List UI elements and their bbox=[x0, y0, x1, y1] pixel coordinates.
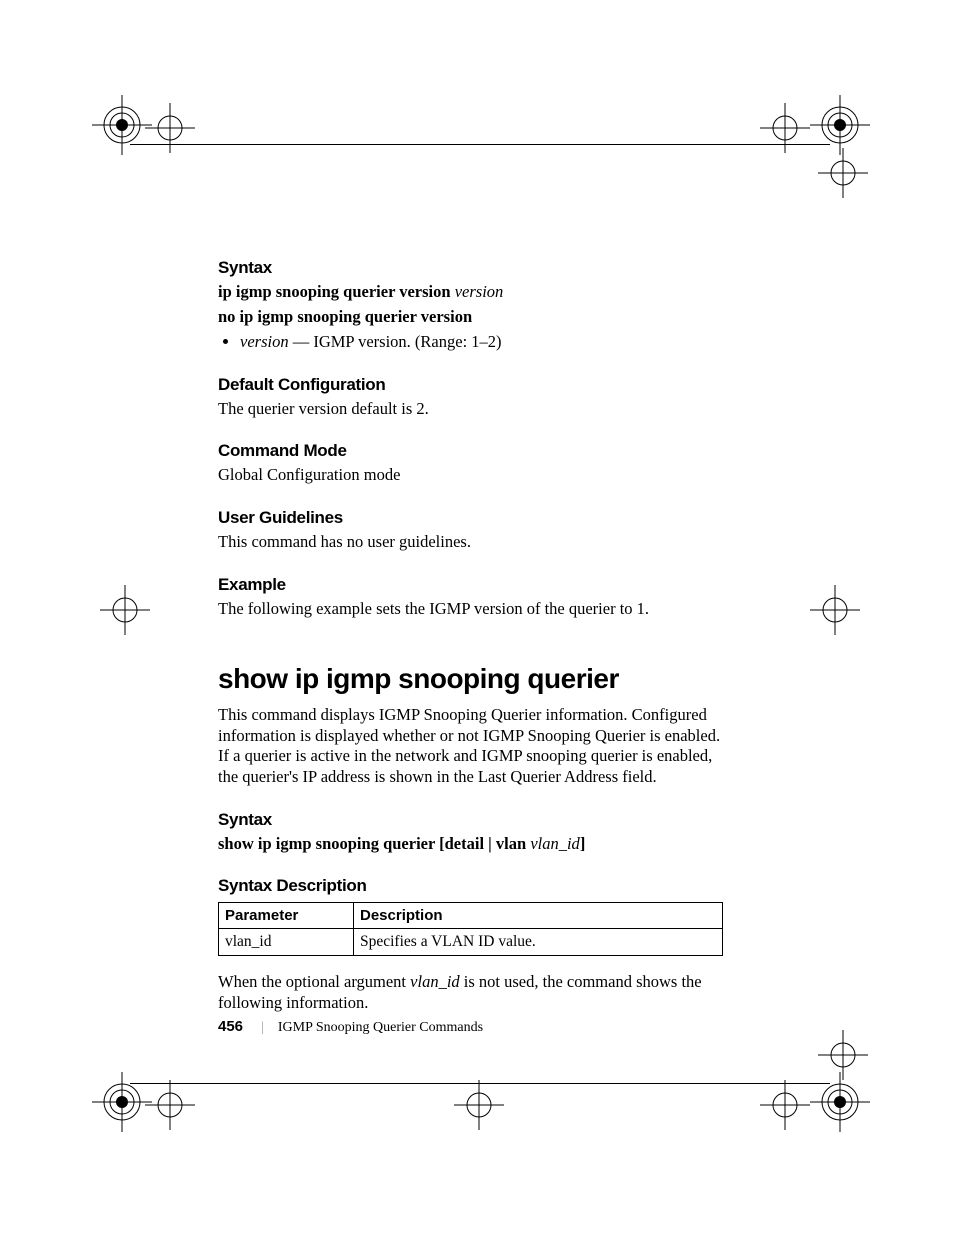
section-user-guidelines: User Guidelines This command has no user… bbox=[218, 508, 723, 553]
guide-line-top bbox=[130, 144, 830, 145]
print-mark-top-right-3 bbox=[818, 148, 868, 198]
td-desc: Specifies a VLAN ID value. bbox=[354, 929, 723, 956]
print-mark-bottom-right-2 bbox=[810, 1072, 870, 1132]
heading-syntax: Syntax bbox=[218, 258, 723, 278]
command-mode-body: Global Configuration mode bbox=[218, 465, 723, 486]
syntax2-ital: vlan_id bbox=[530, 834, 580, 853]
example-body: The following example sets the IGMP vers… bbox=[218, 599, 723, 620]
heading-example: Example bbox=[218, 575, 723, 595]
th-parameter: Parameter bbox=[219, 903, 354, 929]
print-mark-top-right-2 bbox=[810, 95, 870, 155]
syntax2-end: ] bbox=[580, 834, 586, 853]
page-footer: 456 | IGMP Snooping Querier Commands bbox=[218, 1018, 483, 1036]
command-title: show ip igmp snooping querier bbox=[218, 663, 723, 695]
footer-divider: | bbox=[261, 1020, 264, 1035]
default-config-body: The querier version default is 2. bbox=[218, 399, 723, 420]
syntax-line-2: no ip igmp snooping querier version bbox=[218, 307, 723, 328]
syntax-bullet-1: version — IGMP version. (Range: 1–2) bbox=[240, 331, 723, 352]
content-column: Syntax ip igmp snooping querier version … bbox=[218, 258, 723, 1036]
heading-default-config: Default Configuration bbox=[218, 375, 723, 395]
print-mark-mid-right bbox=[810, 585, 860, 635]
heading-syntax-2: Syntax bbox=[218, 810, 723, 830]
command-description: This command displays IGMP Snooping Quer… bbox=[218, 705, 723, 788]
section-command: show ip igmp snooping querier This comma… bbox=[218, 663, 723, 788]
print-mark-bottom-center bbox=[454, 1080, 504, 1130]
print-mark-top-left-2 bbox=[145, 103, 195, 153]
section-syntax-1: Syntax ip igmp snooping querier version … bbox=[218, 258, 723, 353]
syntax-line-1: ip igmp snooping querier version version bbox=[218, 282, 723, 303]
heading-syntax-description: Syntax Description bbox=[218, 876, 723, 896]
section-example: Example The following example sets the I… bbox=[218, 575, 723, 620]
syntax2-bold: show ip igmp snooping querier [detail | … bbox=[218, 834, 530, 853]
bullet-term: version bbox=[240, 332, 289, 351]
print-mark-bottom-left-1 bbox=[92, 1072, 152, 1132]
th-description: Description bbox=[354, 903, 723, 929]
print-mark-bottom-left-2 bbox=[145, 1080, 195, 1130]
print-mark-top-left-1 bbox=[92, 95, 152, 155]
page-number: 456 bbox=[218, 1018, 243, 1035]
section-default-config: Default Configuration The querier versio… bbox=[218, 375, 723, 420]
heading-command-mode: Command Mode bbox=[218, 441, 723, 461]
table-header-row: Parameter Description bbox=[219, 903, 723, 929]
heading-user-guidelines: User Guidelines bbox=[218, 508, 723, 528]
bullet-rest: — IGMP version. (Range: 1–2) bbox=[289, 332, 502, 351]
after-pre: When the optional argument bbox=[218, 972, 410, 991]
user-guidelines-body: This command has no user guidelines. bbox=[218, 532, 723, 553]
footer-section-title: IGMP Snooping Querier Commands bbox=[278, 1020, 483, 1035]
print-mark-bottom-right-3 bbox=[818, 1030, 868, 1080]
syntax2-line: show ip igmp snooping querier [detail | … bbox=[218, 834, 723, 855]
print-mark-top-right-1 bbox=[760, 103, 810, 153]
section-command-mode: Command Mode Global Configuration mode bbox=[218, 441, 723, 486]
td-param: vlan_id bbox=[219, 929, 354, 956]
print-mark-mid-left bbox=[100, 585, 150, 635]
print-mark-bottom-right-1 bbox=[760, 1080, 810, 1130]
after-table-text: When the optional argument vlan_id is no… bbox=[218, 972, 723, 1013]
after-ital: vlan_id bbox=[410, 972, 460, 991]
table-row: vlan_id Specifies a VLAN ID value. bbox=[219, 929, 723, 956]
syntax-ital-1: version bbox=[455, 282, 504, 301]
section-syntax-description: Syntax Description Parameter Description… bbox=[218, 876, 723, 1013]
page: Syntax ip igmp snooping querier version … bbox=[0, 0, 954, 1235]
syntax-bullets: version — IGMP version. (Range: 1–2) bbox=[240, 331, 723, 352]
syntax-bold-1: ip igmp snooping querier version bbox=[218, 282, 455, 301]
section-syntax-2: Syntax show ip igmp snooping querier [de… bbox=[218, 810, 723, 855]
syntax-table: Parameter Description vlan_id Specifies … bbox=[218, 902, 723, 956]
